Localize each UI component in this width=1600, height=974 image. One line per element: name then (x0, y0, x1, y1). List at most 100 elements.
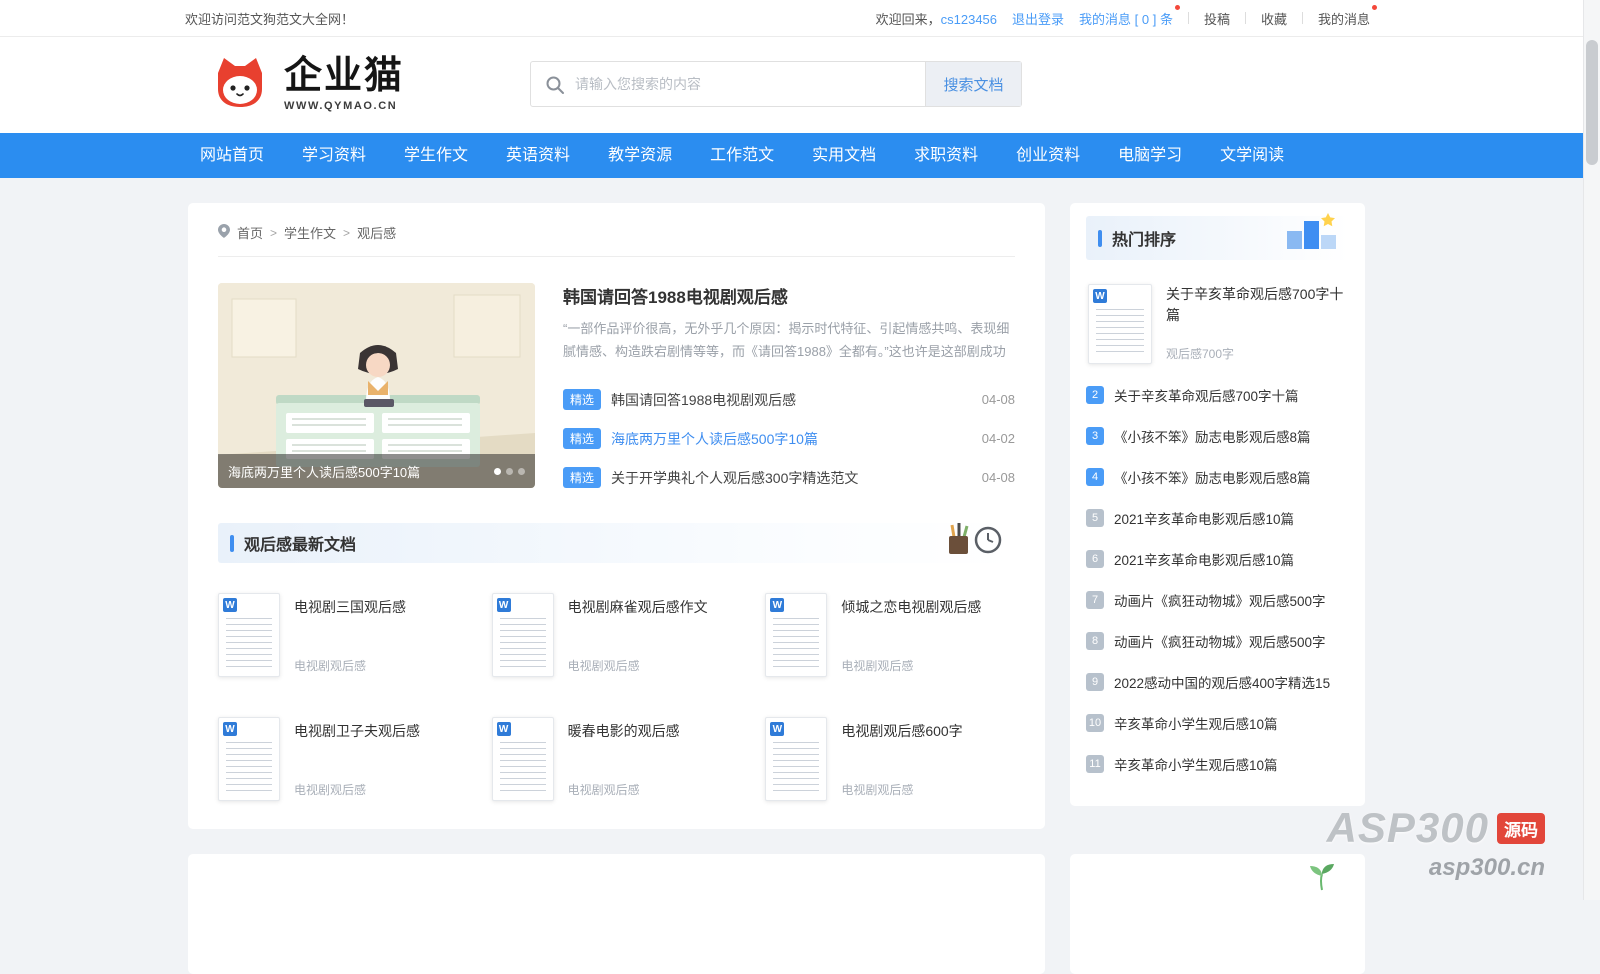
hot-rank-item[interactable]: 4 《小孩不笨》励志电影观后感8篇 (1086, 456, 1349, 497)
favorites-link[interactable]: 收藏 (1261, 9, 1287, 28)
podium-chart-icon (1285, 213, 1339, 256)
word-doc-icon: W (223, 722, 237, 736)
document-card[interactable]: W 电视剧麻雀观后感作文 电视剧观后感 (492, 593, 742, 677)
scrollbar-thumb[interactable] (1586, 40, 1598, 165)
featured-article-excerpt: “一部作品评价很高，无外乎几个原因：揭示时代特征、引起情感共鸣、表现细腻情感、构… (563, 318, 1015, 364)
location-pin-icon (218, 224, 230, 241)
site-logo[interactable]: 企业猫 WWW.QYMAO.CN (208, 53, 404, 116)
document-thumbnail: W (492, 717, 554, 801)
section-accent-bar (1098, 230, 1102, 247)
rank-badge: 11 (1086, 755, 1104, 773)
article-link[interactable]: 关于开学典礼个人观后感300字精选范文 (611, 468, 858, 488)
my-messages-link[interactable]: 我的消息 (1318, 9, 1370, 28)
hot-ranking-panel: 热门排序 W 关于辛亥革命观后感700字十篇 观后感700字 (1070, 203, 1365, 806)
rank-badge: 9 (1086, 673, 1104, 691)
document-thumbnail: W (765, 717, 827, 801)
latest-documents-grid: W 电视剧三国观后感 电视剧观后感 W 电视剧麻雀观后感作文 电视剧观后感 W … (218, 593, 1015, 801)
list-item: 精选 海底两万里个人读后感500字10篇 04-02 (563, 419, 1015, 458)
nav-item-practical-docs[interactable]: 实用文档 (793, 133, 895, 178)
document-card[interactable]: W 电视剧三国观后感 电视剧观后感 (218, 593, 468, 677)
document-card[interactable]: W 倾城之恋电视剧观后感 电视剧观后感 (765, 593, 1015, 677)
search-input[interactable] (531, 62, 925, 106)
hot-rank-item[interactable]: 7 动画片《疯狂动物城》观后感500字 (1086, 579, 1349, 620)
carousel-dots (494, 468, 525, 475)
slide-caption-text: 海底两万里个人读后感500字10篇 (228, 462, 420, 481)
hot-item-title: 关于辛亥革命观后感700字十篇 (1114, 385, 1299, 405)
document-thumbnail: W (218, 593, 280, 677)
document-category: 电视剧观后感 (568, 781, 680, 798)
hot-rank-item[interactable]: 6 2021辛亥革命电影观后感10篇 (1086, 538, 1349, 579)
hot-rank-item[interactable]: 8 动画片《疯狂动物城》观后感500字 (1086, 620, 1349, 661)
hot-rank-item[interactable]: 10 辛亥革命小学生观后感10篇 (1086, 702, 1349, 743)
topbar-divider (1302, 12, 1303, 24)
hot-rank-1-item[interactable]: W 关于辛亥革命观后感700字十篇 观后感700字 (1086, 284, 1349, 364)
nav-item-student-essays[interactable]: 学生作文 (385, 133, 487, 178)
article-date: 04-08 (982, 470, 1015, 485)
word-doc-icon: W (1093, 289, 1107, 303)
document-title: 电视剧三国观后感 (294, 597, 406, 617)
hot-rank-item[interactable]: 11 辛亥革命小学生观后感10篇 (1086, 743, 1349, 784)
featured-slider[interactable]: 海底两万里个人读后感500字10篇 (218, 283, 535, 488)
article-link[interactable]: 韩国请回答1988电视剧观后感 (611, 390, 796, 410)
hot-rank-item[interactable]: 5 2021辛亥革命电影观后感10篇 (1086, 497, 1349, 538)
carousel-dot[interactable] (518, 468, 525, 475)
carousel-dot[interactable] (506, 468, 513, 475)
nav-item-home[interactable]: 网站首页 (188, 133, 283, 178)
featured-badge: 精选 (563, 428, 601, 449)
list-item: 精选 韩国请回答1988电视剧观后感 04-08 (563, 380, 1015, 419)
word-doc-icon: W (223, 598, 237, 612)
document-thumbnail: W (492, 593, 554, 677)
rank-badge: 8 (1086, 632, 1104, 650)
nav-item-study-materials[interactable]: 学习资料 (283, 133, 385, 178)
rank-badge: 6 (1086, 550, 1104, 568)
section-header-latest: 观后感最新文档 (218, 523, 1015, 563)
welcome-back-text: 欢迎回来，cs123456 (876, 9, 997, 28)
breadcrumb-student-essays[interactable]: 学生作文 (284, 223, 336, 242)
nav-item-literature[interactable]: 文学阅读 (1201, 133, 1303, 178)
article-link[interactable]: 海底两万里个人读后感500字10篇 (611, 429, 818, 449)
nav-item-teaching[interactable]: 教学资源 (589, 133, 691, 178)
document-category: 电视剧观后感 (294, 781, 420, 798)
page-scrollbar[interactable] (1583, 0, 1600, 900)
article-date: 04-08 (982, 392, 1015, 407)
hot-item-title: 动画片《疯狂动物城》观后感500字 (1114, 590, 1326, 610)
watermark-tag: 源码 (1497, 813, 1545, 844)
word-doc-icon: W (497, 722, 511, 736)
messages-count-link[interactable]: 我的消息 [ 0 ] 条 (1079, 9, 1173, 28)
hot-item-title: 2021辛亥革命电影观后感10篇 (1114, 508, 1294, 528)
next-section-panel (188, 854, 1045, 974)
next-sidebar-panel (1070, 854, 1365, 974)
nav-item-english[interactable]: 英语资料 (487, 133, 589, 178)
nav-item-work-docs[interactable]: 工作范文 (691, 133, 793, 178)
logout-link[interactable]: 退出登录 (1012, 9, 1064, 28)
topbar-divider (1245, 12, 1246, 24)
search-button[interactable]: 搜索文档 (925, 62, 1021, 106)
word-doc-icon: W (770, 722, 784, 736)
nav-item-computer[interactable]: 电脑学习 (1099, 133, 1201, 178)
hot-rank-item[interactable]: 2 关于辛亥革命观后感700字十篇 (1086, 374, 1349, 415)
nav-item-job-seeking[interactable]: 求职资料 (895, 133, 997, 178)
site-welcome-text: 欢迎访问范文狗范文大全网！ (185, 9, 354, 28)
carousel-dot[interactable] (494, 468, 501, 475)
hot-item-title: 2021辛亥革命电影观后感10篇 (1114, 549, 1294, 569)
hot-item-category: 观后感700字 (1166, 345, 1347, 362)
logo-name: 企业猫 (284, 57, 404, 97)
document-card[interactable]: W 电视剧卫子夫观后感 电视剧观后感 (218, 717, 468, 801)
rank-badge: 2 (1086, 386, 1104, 404)
username-link[interactable]: cs123456 (941, 12, 997, 27)
content-panel: 首页 > 学生作文 > 观后感 (188, 203, 1045, 829)
breadcrumb-home[interactable]: 首页 (237, 223, 263, 242)
document-card[interactable]: W 暖春电影的观后感 电视剧观后感 (492, 717, 742, 801)
hot-rank-item[interactable]: 9 2022感动中国的观后感400字精选15 (1086, 661, 1349, 702)
submit-article-link[interactable]: 投稿 (1204, 9, 1230, 28)
document-card[interactable]: W 电视剧观后感600字 电视剧观后感 (765, 717, 1015, 801)
document-category: 电视剧观后感 (841, 657, 981, 674)
document-category: 电视剧观后感 (568, 657, 708, 674)
watermark-site: asp300.cn (1327, 854, 1545, 882)
nav-item-startup[interactable]: 创业资料 (997, 133, 1099, 178)
word-doc-icon: W (770, 598, 784, 612)
hot-rank-item[interactable]: 3 《小孩不笨》励志电影观后感8篇 (1086, 415, 1349, 456)
breadcrumb-separator: > (270, 226, 277, 240)
featured-article-title[interactable]: 韩国请回答1988电视剧观后感 (563, 283, 1015, 308)
breadcrumb-current: 观后感 (357, 223, 396, 242)
